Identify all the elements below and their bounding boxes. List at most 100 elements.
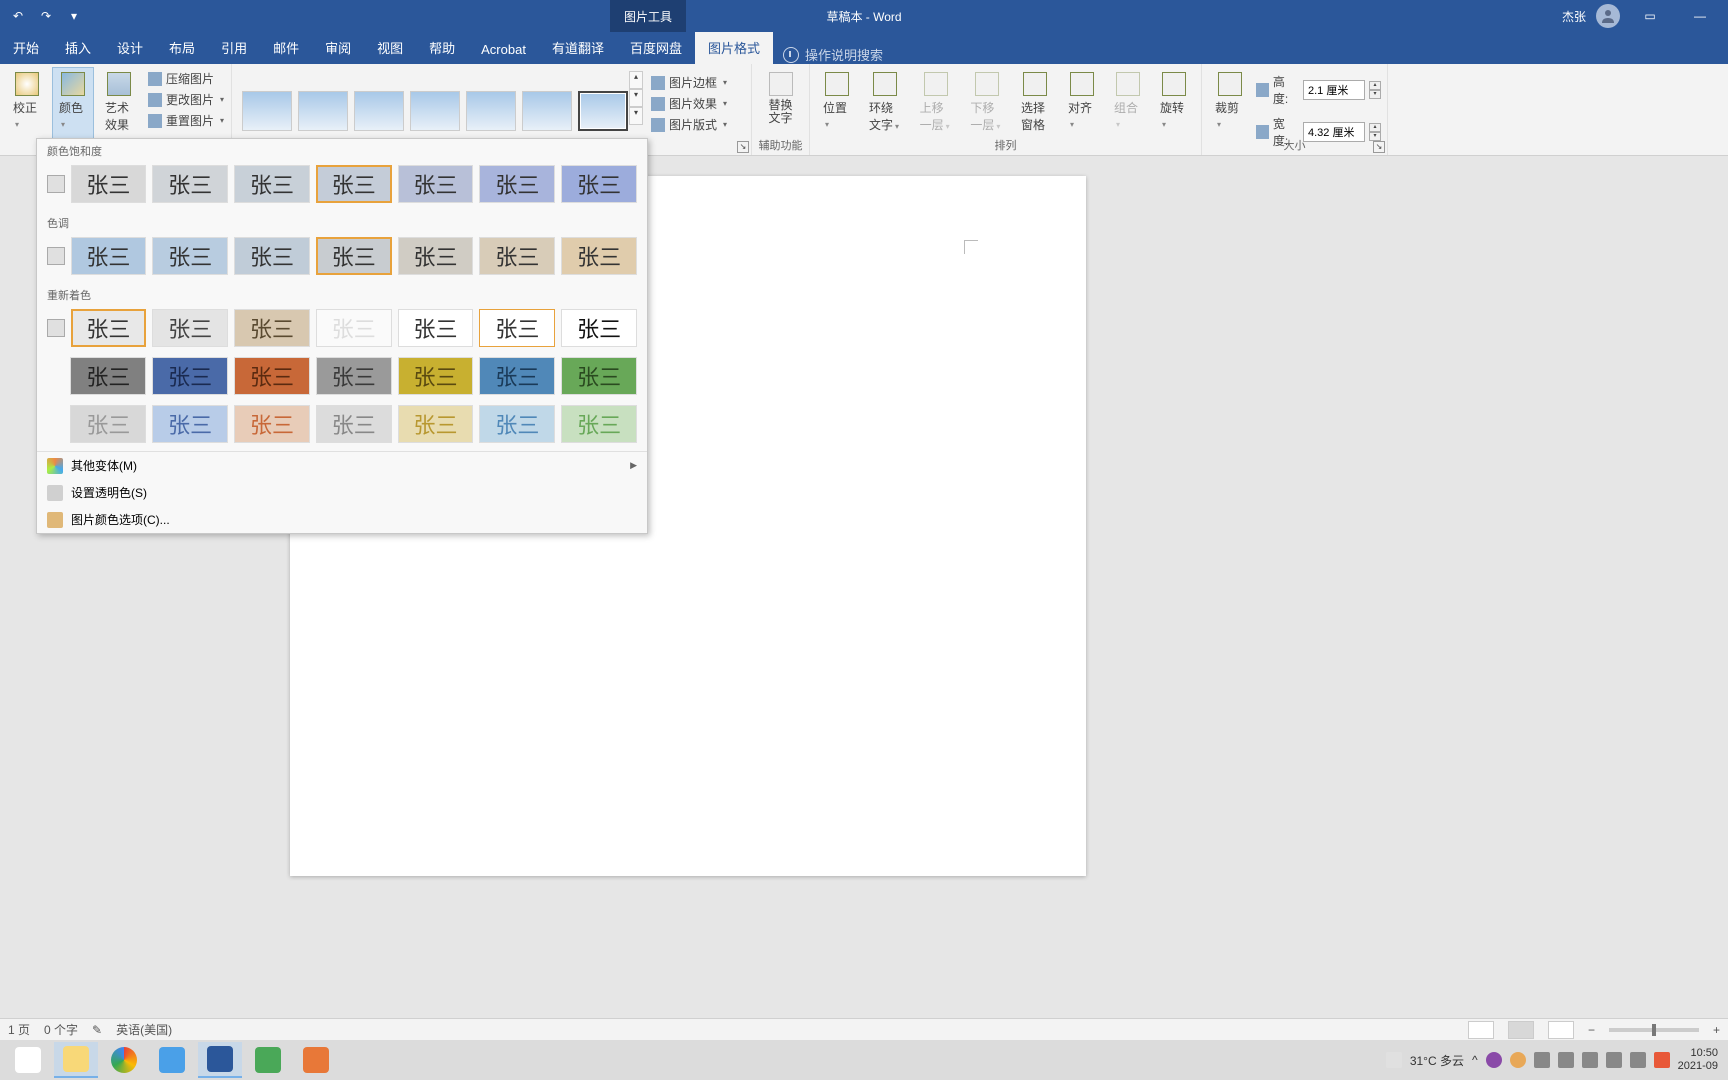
app-task-orange[interactable] [294,1042,338,1078]
tone-swatch[interactable]: 张三 [479,237,555,275]
recolor-swatch[interactable]: 张三 [70,357,146,395]
tone-swatch[interactable]: 张三 [71,237,147,275]
print-layout-button[interactable] [1508,1021,1534,1039]
tab-review[interactable]: 审阅 [312,31,364,64]
picture-effects-button[interactable]: 图片效果 [647,94,731,113]
chrome-task[interactable] [102,1042,146,1078]
spellcheck-icon[interactable]: ✎ [92,1023,102,1037]
tab-references[interactable]: 引用 [208,31,260,64]
recolor-swatch[interactable]: 张三 [561,309,637,347]
saturation-swatch[interactable]: 张三 [316,165,392,203]
word-count[interactable]: 0 个字 [44,1021,78,1038]
style-thumb[interactable] [578,91,628,131]
ime-icon-2[interactable] [1630,1052,1646,1068]
recolor-swatch[interactable]: 张三 [152,405,228,443]
height-down[interactable]: ▾ [1369,90,1381,99]
zoom-thumb[interactable] [1652,1024,1656,1036]
tray-icon-1[interactable] [1486,1052,1502,1068]
tone-swatch[interactable]: 张三 [398,237,474,275]
recolor-swatch[interactable]: 张三 [70,405,146,443]
tone-swatch[interactable]: 张三 [152,237,228,275]
word-task[interactable] [198,1042,242,1078]
user-avatar[interactable] [1596,4,1620,28]
recolor-swatch[interactable]: 张三 [479,357,555,395]
tab-acrobat[interactable]: Acrobat [468,35,539,64]
qat-customize[interactable]: ▾ [64,6,84,26]
saturation-swatch[interactable]: 张三 [152,165,228,203]
tray-chevron[interactable]: ^ [1472,1053,1478,1067]
minimize-button[interactable]: — [1680,1,1720,31]
recolor-swatch[interactable]: 张三 [316,309,392,347]
recolor-swatch[interactable]: 张三 [561,357,637,395]
tone-swatch[interactable]: 张三 [561,237,637,275]
page-count[interactable]: 1 页 [8,1021,30,1038]
picture-border-button[interactable]: 图片边框 [647,73,731,92]
tone-swatch[interactable]: 张三 [234,237,310,275]
clock[interactable]: 10:50 2021-09 [1678,1047,1722,1073]
tab-insert[interactable]: 插入 [52,31,104,64]
tray-icon-2[interactable] [1510,1052,1526,1068]
news-icon[interactable] [1386,1052,1402,1068]
change-picture-button[interactable]: 更改图片 [144,90,228,109]
zoom-in-button[interactable]: + [1713,1023,1720,1037]
tab-mailings[interactable]: 邮件 [260,31,312,64]
tone-swatch[interactable]: 张三 [316,237,392,275]
app-task-green[interactable] [246,1042,290,1078]
tab-design[interactable]: 设计 [104,31,156,64]
gallery-up[interactable]: ▴ [629,71,643,89]
reset-picture-button[interactable]: 重置图片 [144,111,228,130]
weather-widget[interactable]: 31°C 多云 [1410,1052,1464,1069]
recolor-swatch[interactable]: 张三 [234,405,310,443]
compress-pictures-button[interactable]: 压缩图片 [144,69,228,88]
web-layout-button[interactable] [1548,1021,1574,1039]
saturation-swatch[interactable]: 张三 [398,165,474,203]
styles-launcher[interactable]: ↘ [737,141,749,153]
height-up[interactable]: ▴ [1369,81,1381,90]
height-input[interactable] [1303,80,1365,100]
more-variants-item[interactable]: 其他变体(M) ▶ [37,452,647,479]
ribbon-display-options[interactable]: ▭ [1630,1,1670,31]
redo-button[interactable]: ↷ [36,6,56,26]
tab-youdao[interactable]: 有道翻译 [539,31,617,64]
language-status[interactable]: 英语(美国) [116,1021,172,1038]
tell-me-search[interactable]: 操作说明搜索 [773,45,893,64]
tab-baidu[interactable]: 百度网盘 [617,31,695,64]
saturation-swatch[interactable]: 张三 [479,165,555,203]
recolor-swatch[interactable]: 张三 [398,405,474,443]
tab-view[interactable]: 视图 [364,31,416,64]
recolor-swatch[interactable]: 张三 [71,309,147,347]
recolor-swatch[interactable]: 张三 [479,405,555,443]
recolor-swatch[interactable]: 张三 [479,309,555,347]
picture-layout-button[interactable]: 图片版式 [647,115,731,134]
style-thumb[interactable] [410,91,460,131]
style-thumb[interactable] [354,91,404,131]
color-options-item[interactable]: 图片颜色选项(C)... [37,506,647,533]
ime-icon[interactable] [1606,1052,1622,1068]
gallery-down[interactable]: ▾ [629,89,643,107]
tab-home[interactable]: 开始 [0,31,52,64]
saturation-swatch[interactable]: 张三 [234,165,310,203]
recolor-swatch[interactable]: 张三 [234,309,310,347]
recolor-swatch[interactable]: 张三 [561,405,637,443]
tab-layout[interactable]: 布局 [156,31,208,64]
saturation-swatch[interactable]: 张三 [561,165,637,203]
zoom-slider[interactable] [1609,1028,1699,1032]
recolor-swatch[interactable]: 张三 [152,309,228,347]
start-button[interactable] [6,1042,50,1078]
zoom-out-button[interactable]: − [1588,1023,1595,1037]
sogou-icon[interactable] [1654,1052,1670,1068]
volume-icon[interactable] [1558,1052,1574,1068]
recolor-swatch[interactable]: 张三 [234,357,310,395]
size-launcher[interactable]: ↘ [1373,141,1385,153]
tab-picture-format[interactable]: 图片格式 [695,31,773,64]
style-thumb[interactable] [242,91,292,131]
saturation-swatch[interactable]: 张三 [71,165,147,203]
photos-task[interactable] [150,1042,194,1078]
set-transparent-item[interactable]: 设置透明色(S) [37,479,647,506]
width-up[interactable]: ▴ [1369,123,1381,132]
style-thumb[interactable] [466,91,516,131]
undo-button[interactable]: ↶ [8,6,28,26]
style-thumb[interactable] [298,91,348,131]
recolor-swatch[interactable]: 张三 [398,357,474,395]
read-mode-button[interactable] [1468,1021,1494,1039]
